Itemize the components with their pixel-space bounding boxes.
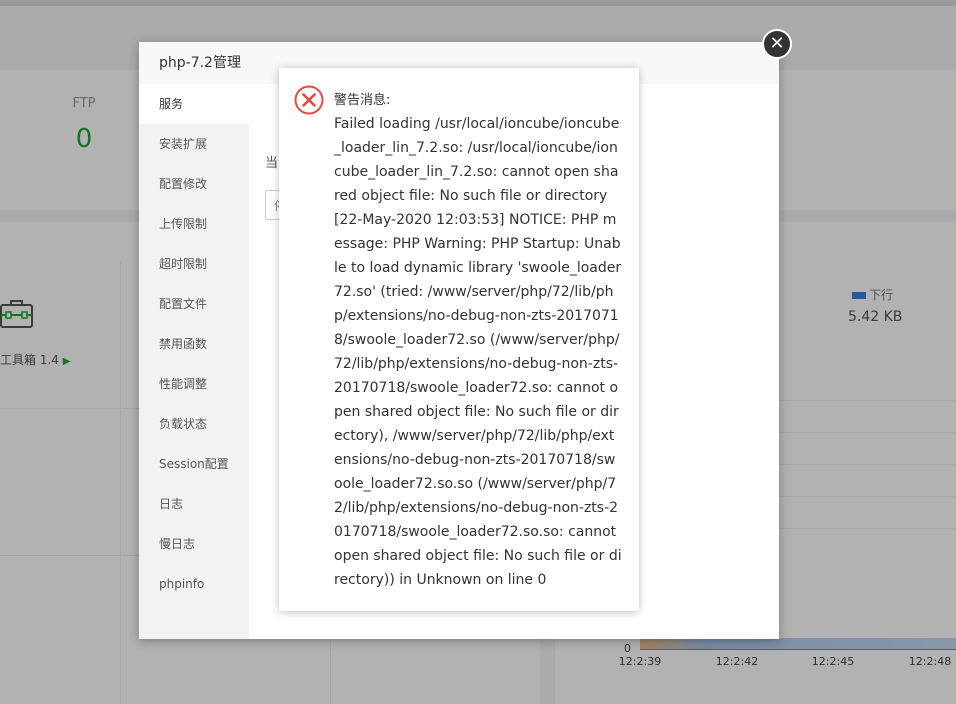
menu-item-install-extension[interactable]: 安装扩展 (139, 124, 249, 164)
warning-alert: 警告消息: Failed loading /usr/local/ioncube/… (279, 68, 639, 611)
menu-item-session-config[interactable]: Session配置 (139, 444, 249, 484)
screen: FTP 0 工具箱 1.4 ▶ 下行 5.42 KB 0 12:2:39 12:… (0, 0, 956, 704)
close-icon: ✕ (769, 33, 785, 54)
menu-item-load-status[interactable]: 负载状态 (139, 404, 249, 444)
close-dialog-button[interactable]: ✕ (762, 29, 792, 59)
menu-item-log[interactable]: 日志 (139, 484, 249, 524)
menu-item-performance[interactable]: 性能调整 (139, 364, 249, 404)
menu-item-config-modify[interactable]: 配置修改 (139, 164, 249, 204)
menu-item-slow-log[interactable]: 慢日志 (139, 524, 249, 564)
menu-item-timeout-limit[interactable]: 超时限制 (139, 244, 249, 284)
alert-message: Failed loading /usr/local/ioncube/ioncub… (334, 116, 622, 588)
menu-item-service[interactable]: 服务 (139, 84, 249, 124)
error-circle-icon (294, 85, 324, 115)
menu-item-upload-limit[interactable]: 上传限制 (139, 204, 249, 244)
dialog-side-menu: 服务 安装扩展 配置修改 上传限制 超时限制 配置文件 禁用函数 性能调整 负载… (139, 84, 249, 639)
status-label: 当 (265, 156, 279, 171)
menu-item-disabled-functions[interactable]: 禁用函数 (139, 324, 249, 364)
menu-item-phpinfo[interactable]: phpinfo (139, 564, 249, 604)
menu-item-config-file[interactable]: 配置文件 (139, 284, 249, 324)
alert-title: 警告消息: (334, 93, 391, 108)
